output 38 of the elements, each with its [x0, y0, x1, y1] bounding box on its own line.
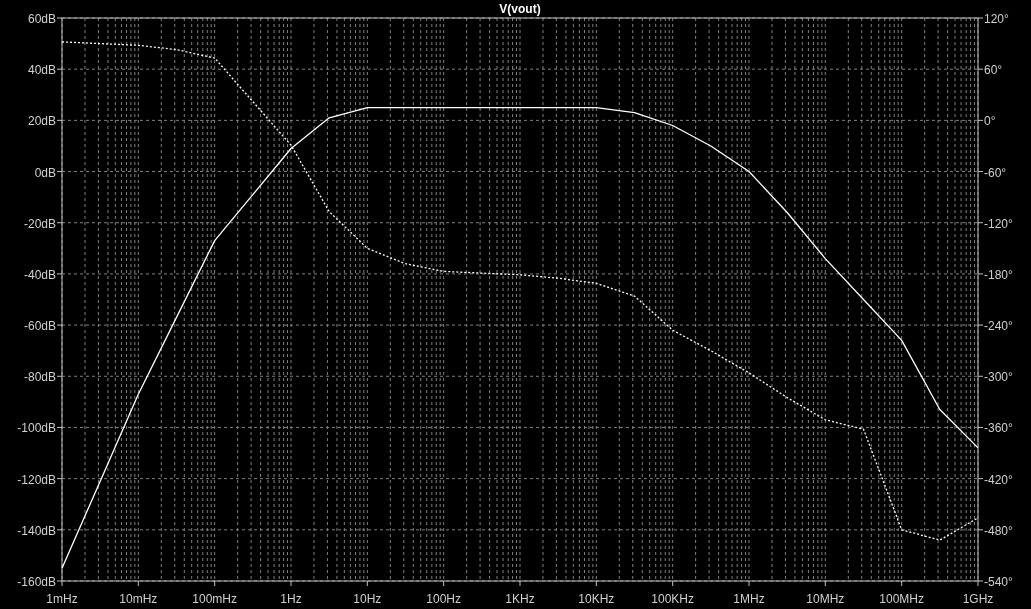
- phase-axis-label: -300°: [984, 370, 1013, 385]
- x-axis-label: 1MHz: [733, 592, 765, 606]
- y-axis-label: -100dB: [17, 421, 56, 436]
- phase-axis-label: -180°: [984, 267, 1013, 282]
- x-axis-label: 1Hz: [280, 592, 302, 606]
- x-axis-label: 100Hz: [426, 592, 461, 606]
- x-axis-label: 10MHz: [806, 592, 845, 606]
- phase-axis-label: -360°: [984, 421, 1013, 436]
- phase-axis-label: 0°: [984, 114, 996, 129]
- x-axis-label: 1KHz: [505, 592, 535, 606]
- y-axis-label: 0dB: [34, 165, 56, 180]
- phase-axis-label: -240°: [984, 319, 1013, 334]
- y-axis-label: -60dB: [23, 319, 56, 334]
- x-axis-label: 10Hz: [353, 592, 382, 606]
- x-axis-label: 1GHz: [962, 592, 994, 606]
- y-axis-label: 40dB: [27, 63, 56, 78]
- y-axis-label: -40dB: [23, 267, 56, 282]
- phase-axis-label: -60°: [984, 165, 1007, 180]
- y-axis-label: -140dB: [17, 523, 56, 538]
- x-axis-label: 100MHz: [879, 592, 924, 606]
- x-axis-label: 1mHz: [46, 592, 78, 606]
- y-axis-label: -80dB: [23, 370, 56, 385]
- y-axis-label: -160dB: [17, 575, 56, 589]
- x-axis-label: 100mHz: [192, 592, 237, 606]
- y-axis-label: 60dB: [27, 12, 56, 26]
- x-axis-label: 10KHz: [578, 592, 615, 606]
- phase-axis-label: -540°: [984, 575, 1013, 589]
- x-axis-label: 100KHz: [651, 592, 694, 606]
- y-axis-label: -120dB: [17, 472, 56, 487]
- y-axis-label: 20dB: [27, 114, 56, 129]
- x-axis-label: 10mHz: [119, 592, 158, 606]
- phase-axis-label: -120°: [984, 216, 1013, 231]
- plot-title: V(vout): [499, 2, 541, 16]
- phase-axis-label: -480°: [984, 523, 1013, 538]
- phase-axis-label: -420°: [984, 472, 1013, 487]
- phase-axis-label: 120°: [984, 12, 1009, 26]
- phase-axis-label: 60°: [984, 63, 1003, 78]
- y-axis-label: -20dB: [23, 216, 56, 231]
